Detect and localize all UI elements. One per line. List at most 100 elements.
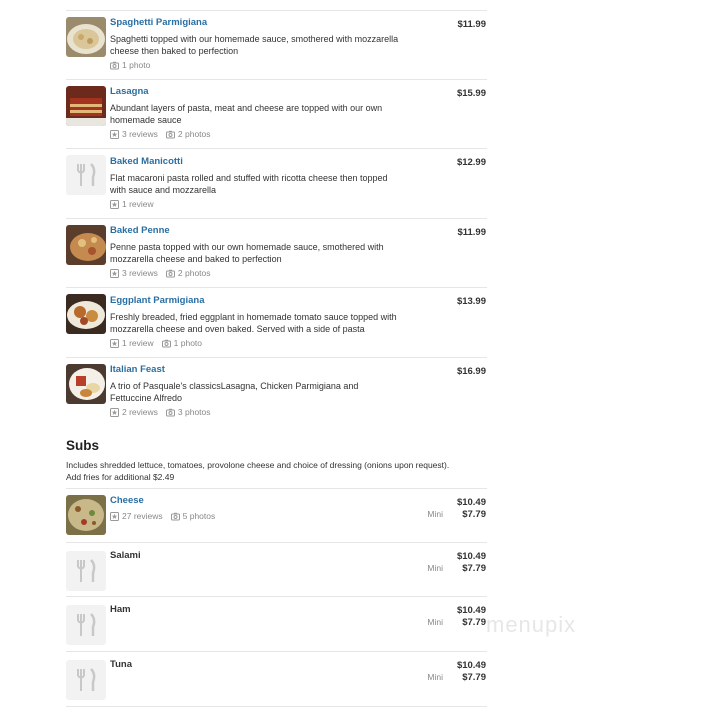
reviews-link[interactable]: 1 review	[110, 199, 154, 209]
mini-size-label: Mini	[427, 672, 443, 682]
mini-size-label: Mini	[427, 563, 443, 573]
photos-count: 2 photos	[177, 268, 211, 278]
fork-knife-icon	[66, 660, 106, 700]
mini-price: $7.79	[462, 672, 486, 683]
photos-link[interactable]: 3 photos	[165, 407, 211, 417]
item-price: $10.49	[456, 497, 486, 508]
photos-link[interactable]: 5 photos	[170, 511, 216, 521]
fork-knife-icon	[66, 605, 106, 645]
item-name[interactable]: Baked Penne	[110, 225, 170, 236]
photos-count: 5 photos	[182, 511, 216, 521]
reviews-count: 2 reviews	[122, 407, 158, 417]
photos-count: 2 photos	[177, 129, 211, 139]
photos-link[interactable]: 1 photo	[161, 338, 203, 348]
item-description: Freshly breaded, fried eggplant in homem…	[110, 312, 397, 334]
menu-item: Baked Penne Penne pasta topped with our …	[66, 218, 487, 288]
photos-link[interactable]: 2 photos	[165, 129, 211, 139]
section-title: Subs	[66, 438, 100, 453]
camera-icon	[170, 512, 180, 520]
mini-size-label: Mini	[427, 617, 443, 627]
item-meta: 1 review 1 photo	[110, 338, 202, 348]
review-icon	[110, 129, 119, 139]
item-description: Flat macaroni pasta rolled and stuffed w…	[110, 173, 388, 195]
menu-item: Spaghetti Parmigiana Spaghetti topped wi…	[66, 10, 487, 80]
placeholder-thumbnail	[66, 551, 106, 591]
camera-icon	[165, 130, 175, 138]
item-meta: 1 photo	[110, 60, 150, 70]
food-thumbnail[interactable]	[66, 495, 106, 535]
menu-item: Eggplant Parmigiana Freshly breaded, fri…	[66, 287, 487, 358]
food-thumbnail[interactable]	[66, 294, 106, 334]
menu-item: Ham $10.49 Mini $7.79	[66, 596, 487, 652]
item-name: Tuna	[110, 659, 132, 670]
photos-link[interactable]: 2 photos	[165, 268, 211, 278]
item-price: $12.99	[456, 157, 486, 168]
item-name[interactable]: Baked Manicotti	[110, 156, 183, 167]
photos-link[interactable]: 1 photo	[110, 60, 150, 70]
placeholder-thumbnail	[66, 605, 106, 645]
item-price: $11.99	[457, 227, 486, 238]
photos-count: 1 photo	[173, 338, 203, 348]
reviews-link[interactable]: 3 reviews	[110, 129, 158, 139]
menu-item: Lasagna Abundant layers of pasta, meat a…	[66, 79, 487, 149]
reviews-link[interactable]: 3 reviews	[110, 268, 158, 278]
item-meta: 2 reviews 3 photos	[110, 407, 211, 417]
section-description: Includes shredded lettuce, tomatoes, pro…	[66, 460, 450, 482]
item-price: $11.99	[457, 19, 486, 30]
item-name[interactable]: Eggplant Parmigiana	[110, 295, 205, 306]
item-price: $15.99	[456, 88, 486, 99]
review-icon	[110, 511, 119, 521]
item-name[interactable]: Lasagna	[110, 86, 149, 97]
menu-item: Cheese 27 reviews 5 photos $10.49 Mini $…	[66, 488, 487, 543]
item-meta: 3 reviews 2 photos	[110, 268, 211, 278]
camera-icon	[165, 269, 175, 277]
placeholder-thumbnail	[66, 155, 106, 195]
reviews-count: 3 reviews	[122, 268, 158, 278]
item-description: Abundant layers of pasta, meat and chees…	[110, 103, 383, 125]
food-thumbnail[interactable]	[66, 17, 106, 57]
reviews-count: 3 reviews	[122, 129, 158, 139]
food-thumbnail[interactable]	[66, 225, 106, 265]
review-icon	[110, 338, 119, 348]
fork-knife-icon	[66, 155, 106, 195]
item-description: Penne pasta topped with our own homemade…	[110, 242, 384, 264]
watermark-logo: menupix	[486, 612, 577, 637]
mini-price: $7.79	[462, 563, 486, 574]
camera-icon	[161, 339, 171, 347]
item-price: $10.49	[456, 660, 486, 671]
menu-item: Tuna $10.49 Mini $7.79	[66, 651, 487, 707]
item-description: Spaghetti topped with our homemade sauce…	[110, 34, 399, 56]
item-price: $10.49	[456, 605, 486, 616]
review-icon	[110, 407, 119, 417]
reviews-count: 1 review	[122, 338, 154, 348]
menu-item: Baked Manicotti Flat macaroni pasta roll…	[66, 148, 487, 219]
camera-icon	[165, 408, 175, 416]
reviews-count: 27 reviews	[122, 511, 163, 521]
item-name[interactable]: Cheese	[110, 495, 144, 506]
item-price: $10.49	[456, 551, 486, 562]
item-name: Salami	[110, 550, 141, 561]
food-thumbnail[interactable]	[66, 86, 106, 126]
fork-knife-icon	[66, 551, 106, 591]
mini-size-label: Mini	[427, 509, 443, 519]
menu-item: Italian Feast A trio of Pasquale's class…	[66, 357, 487, 426]
review-icon	[110, 268, 119, 278]
camera-icon	[110, 61, 119, 69]
review-icon	[110, 199, 119, 209]
photos-count: 3 photos	[177, 407, 211, 417]
menu-item: Salami $10.49 Mini $7.79	[66, 542, 487, 597]
reviews-link[interactable]: 27 reviews	[110, 511, 163, 521]
mini-price: $7.79	[462, 509, 486, 520]
mini-price: $7.79	[462, 617, 486, 628]
item-meta: 3 reviews 2 photos	[110, 129, 211, 139]
item-price: $13.99	[456, 296, 486, 307]
reviews-link[interactable]: 1 review	[110, 338, 154, 348]
item-name[interactable]: Italian Feast	[110, 364, 165, 375]
food-thumbnail[interactable]	[66, 364, 106, 404]
reviews-link[interactable]: 2 reviews	[110, 407, 158, 417]
item-meta: 27 reviews 5 photos	[110, 511, 215, 521]
placeholder-thumbnail	[66, 660, 106, 700]
photos-count: 1 photo	[122, 60, 151, 70]
item-name[interactable]: Spaghetti Parmigiana	[110, 17, 207, 28]
item-description: A trio of Pasquale's classicsLasagna, Ch…	[110, 381, 359, 403]
